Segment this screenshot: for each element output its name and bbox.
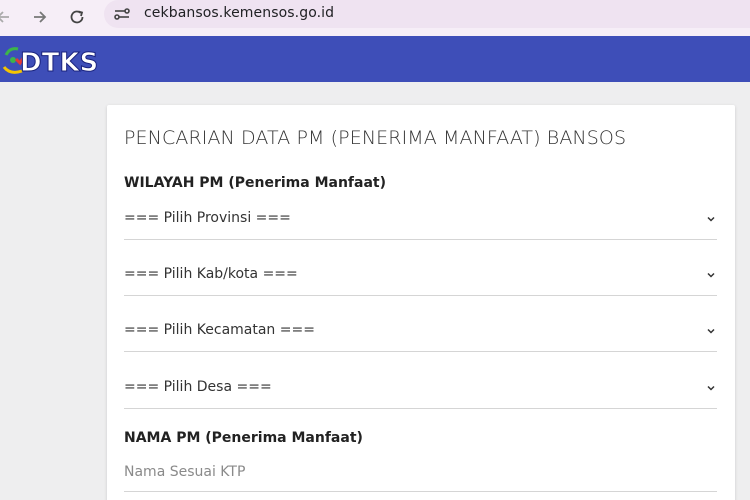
- reload-icon[interactable]: [64, 4, 90, 30]
- forward-arrow-icon[interactable]: [27, 4, 53, 30]
- nama-input-wrapper: [124, 460, 717, 492]
- dtks-logo[interactable]: DTKS: [0, 41, 120, 79]
- browser-toolbar: cekbansos.kemensos.go.id: [0, 0, 750, 36]
- select-desa-label: === Pilih Desa ===: [124, 379, 272, 395]
- select-kabkota[interactable]: === Pilih Kab/kota ===: [124, 256, 717, 296]
- nama-label: NAMA PM (Penerima Manfaat): [124, 430, 363, 446]
- url-text[interactable]: cekbansos.kemensos.go.id: [144, 5, 334, 21]
- select-kecamatan-label: === Pilih Kecamatan ===: [124, 322, 315, 338]
- wilayah-label: WILAYAH PM (Penerima Manfaat): [124, 175, 387, 191]
- chevron-down-icon: [705, 210, 717, 222]
- svg-text:DTKS: DTKS: [20, 48, 98, 78]
- chevron-down-icon: [705, 379, 717, 391]
- select-provinsi[interactable]: === Pilih Provinsi ===: [124, 200, 717, 240]
- chevron-down-icon: [705, 322, 717, 334]
- select-kabkota-label: === Pilih Kab/kota ===: [124, 266, 298, 282]
- page-title: PENCARIAN DATA PM (PENERIMA MANFAAT) BAN…: [124, 127, 627, 149]
- site-settings-icon[interactable]: [112, 4, 132, 24]
- nama-input[interactable]: [124, 460, 717, 480]
- select-desa[interactable]: === Pilih Desa ===: [124, 369, 717, 409]
- select-kecamatan[interactable]: === Pilih Kecamatan ===: [124, 312, 717, 352]
- back-arrow-icon[interactable]: [0, 4, 16, 30]
- chevron-down-icon: [705, 266, 717, 278]
- select-provinsi-label: === Pilih Provinsi ===: [124, 210, 291, 226]
